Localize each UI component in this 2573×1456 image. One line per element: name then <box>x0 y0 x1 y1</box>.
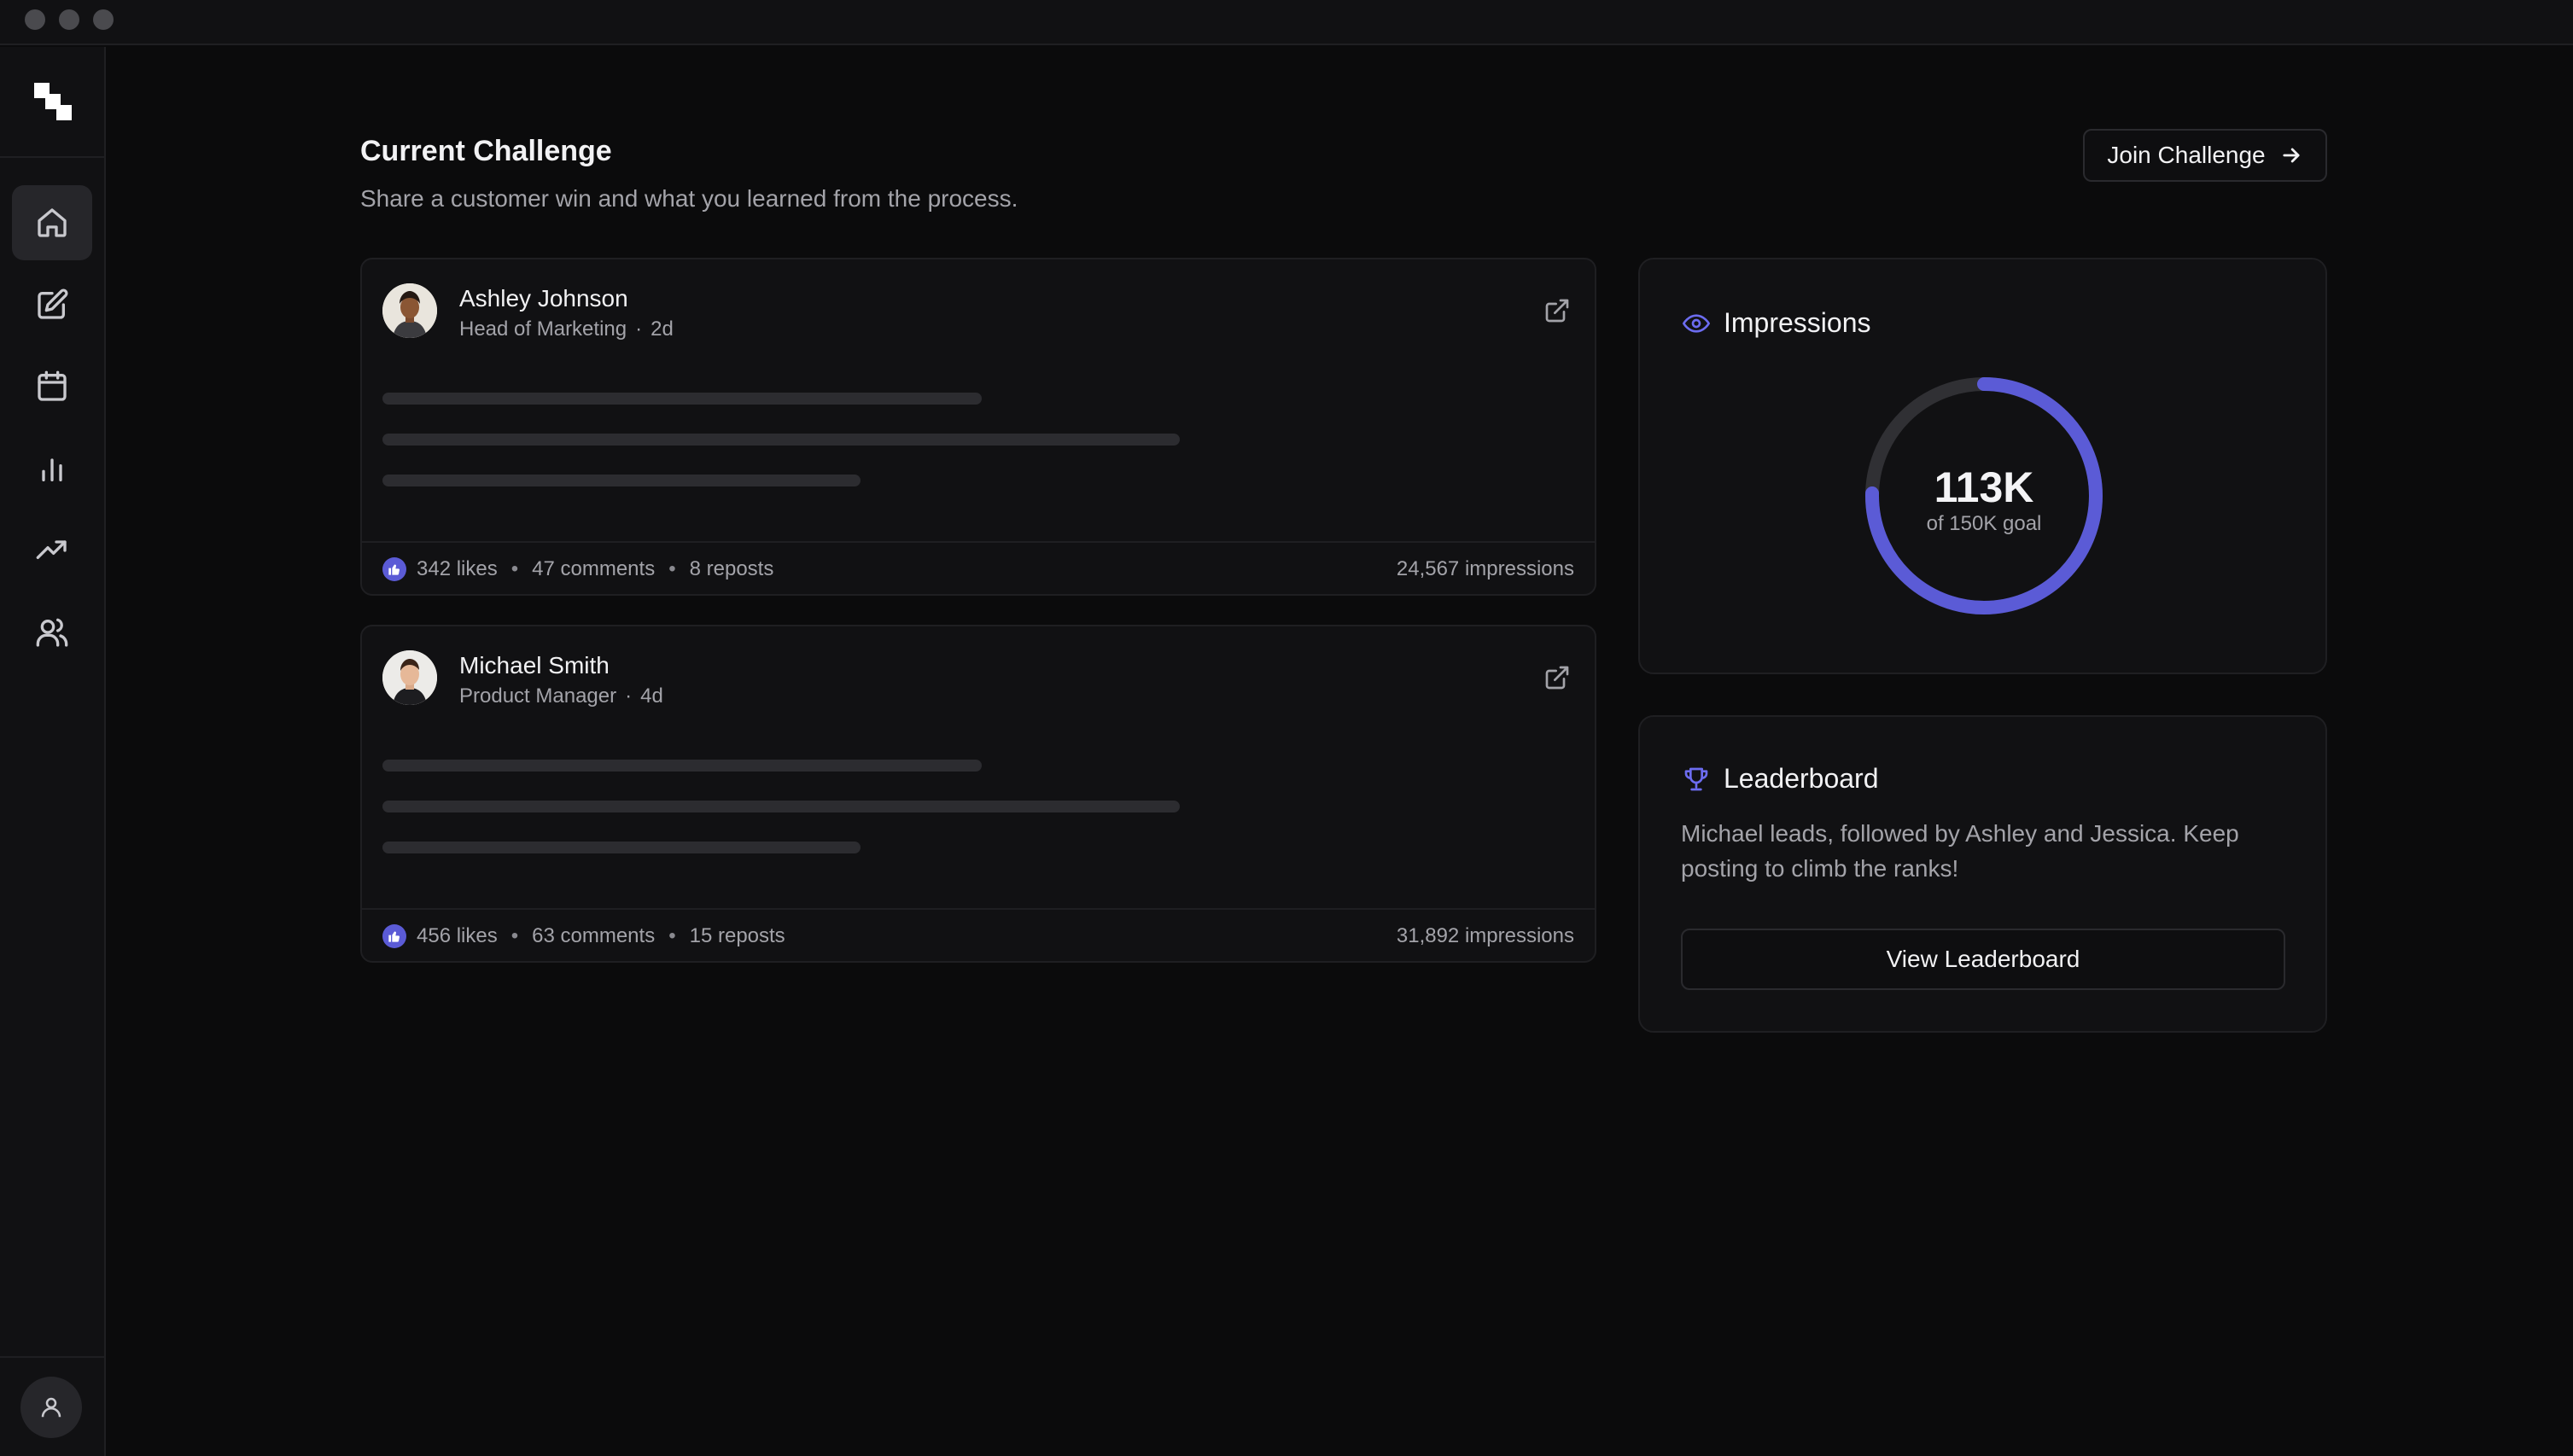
users-icon <box>36 618 68 647</box>
join-challenge-label: Join Challenge <box>2107 142 2266 168</box>
impressions-value: 113K <box>1934 463 2034 511</box>
post-card[interactable]: Ashley Johnson Head of Marketing · 2d 342 … <box>360 258 1596 596</box>
impressions-card: Impressions 113K of 150K goal <box>1638 258 2327 674</box>
reposts-count: 15 reposts <box>689 924 785 947</box>
author-name[interactable]: Michael Smith <box>459 652 610 679</box>
trending-up-icon <box>36 540 67 559</box>
content-placeholder-line <box>382 801 1180 812</box>
edit-icon <box>38 288 68 319</box>
user-icon <box>41 1397 61 1418</box>
post-stats: 342 likes • 47 comments • 8 reposts 24,5… <box>362 541 1595 596</box>
content-placeholder-line <box>382 842 861 853</box>
trophy-icon <box>1684 767 1708 790</box>
author-role: Product Manager <box>459 684 617 708</box>
post-card[interactable]: Michael Smith Product Manager · 4d 456 lik… <box>360 625 1596 963</box>
bar-chart-icon <box>42 458 62 481</box>
sidebar-item-calendar[interactable] <box>12 349 92 424</box>
impressions-count: 31,892 impressions <box>1396 924 1574 947</box>
leaderboard-title-label: Leaderboard <box>1724 763 1879 794</box>
window-maximize-button[interactable] <box>93 9 114 30</box>
page-subtitle: Share a customer win and what you learne… <box>360 185 1018 212</box>
comments-count: 47 comments <box>532 557 656 580</box>
likes-count: 342 likes <box>417 557 498 580</box>
impressions-count: 24,567 impressions <box>1396 557 1574 580</box>
join-challenge-button[interactable]: Join Challenge <box>2083 129 2327 182</box>
sidebar-item-analytics[interactable] <box>12 431 92 506</box>
sidebar <box>0 47 106 1456</box>
leaderboard-card: Leaderboard Michael leads, followed by A… <box>1638 715 2327 1033</box>
calendar-icon <box>38 370 67 401</box>
post-age: 2d <box>651 317 674 341</box>
comments-count: 63 comments <box>532 924 656 947</box>
leaderboard-description: Michael leads, followed by Ashley and Je… <box>1681 820 2239 882</box>
external-link-icon[interactable] <box>1543 664 1571 691</box>
reposts-count: 8 reposts <box>689 557 774 580</box>
content-placeholder-line <box>382 760 982 772</box>
sidebar-item-home[interactable] <box>12 185 92 260</box>
home-icon <box>38 208 67 237</box>
likes-count: 456 likes <box>417 924 498 947</box>
author-role: Head of Marketing <box>459 317 627 341</box>
impressions-title-label: Impressions <box>1724 307 1871 338</box>
author-name[interactable]: Ashley Johnson <box>459 285 628 312</box>
sidebar-item-compose[interactable] <box>12 267 92 342</box>
impressions-goal: of 150K goal <box>1926 512 2042 535</box>
sidebar-item-trends[interactable] <box>12 513 92 588</box>
user-profile-button[interactable] <box>20 1377 82 1438</box>
post-age: 4d <box>640 684 663 708</box>
window-minimize-button[interactable] <box>59 9 79 30</box>
sidebar-item-team[interactable] <box>12 595 92 670</box>
eye-icon <box>1683 313 1710 333</box>
sidebar-divider <box>0 1356 106 1358</box>
post-stats: 456 likes • 63 comments • 15 reposts 31,… <box>362 908 1595 963</box>
thumbs-up-icon <box>382 924 406 948</box>
window-titlebar <box>0 0 2573 45</box>
leaderboard-title: Leaderboard <box>1683 763 1878 795</box>
avatar <box>382 650 437 705</box>
sidebar-divider <box>0 156 106 158</box>
author-meta: Product Manager · 4d <box>459 684 663 708</box>
arrow-right-icon <box>2283 148 2300 163</box>
logo-icon[interactable] <box>34 83 72 120</box>
content-placeholder-line <box>382 434 1180 446</box>
impressions-title: Impressions <box>1683 307 1871 339</box>
page-title: Current Challenge <box>360 135 612 167</box>
content-placeholder-line <box>382 393 982 405</box>
author-meta: Head of Marketing · 2d <box>459 317 674 341</box>
view-leaderboard-button[interactable]: View Leaderboard <box>1681 929 2285 990</box>
content-placeholder-line <box>382 475 861 486</box>
window-close-button[interactable] <box>25 9 45 30</box>
avatar <box>382 283 437 338</box>
external-link-icon[interactable] <box>1543 297 1571 324</box>
thumbs-up-icon <box>382 557 406 581</box>
